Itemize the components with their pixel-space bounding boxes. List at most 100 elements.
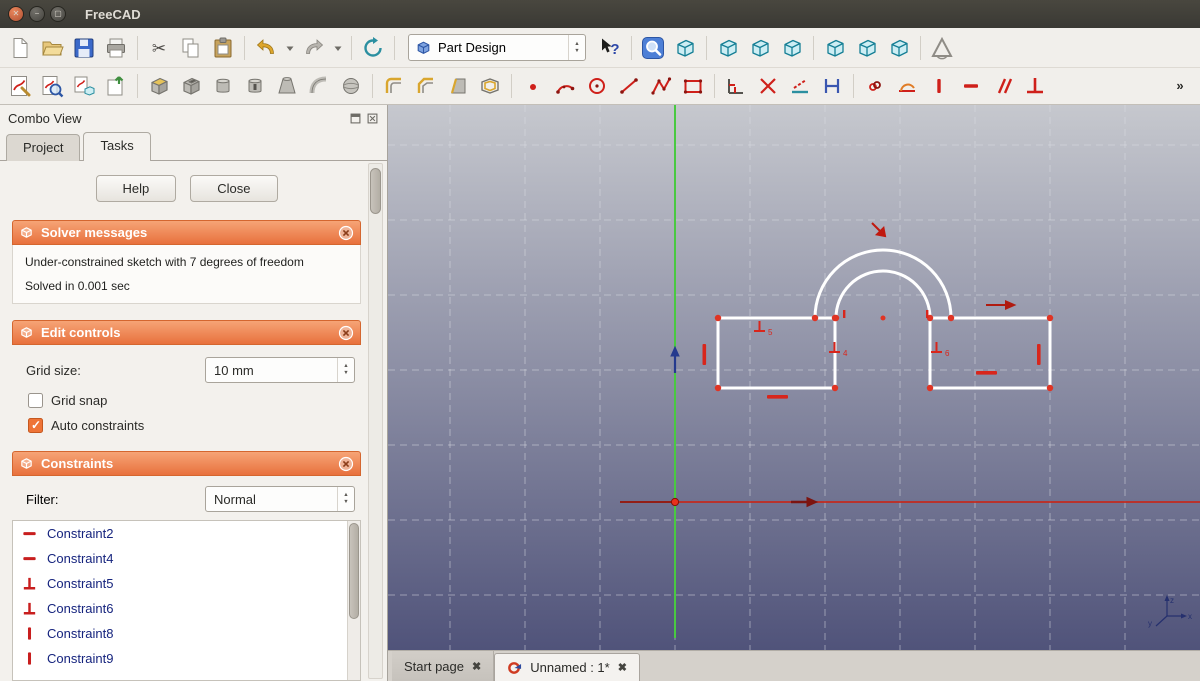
spinner-icon[interactable]: ▲▼ [337,358,354,382]
thickness-button[interactable] [475,71,505,101]
measure-distance-button[interactable] [927,33,957,63]
constraint-filter-select[interactable]: Normal ▲▼ [205,486,355,512]
cut-button[interactable]: ✂ [144,33,174,63]
collapse-section-icon[interactable] [338,225,354,241]
float-panel-icon[interactable] [349,112,362,125]
create-point-button[interactable] [518,71,548,101]
tangent-constraint-button[interactable] [892,71,922,101]
scrollbar-thumb[interactable] [349,523,359,619]
view-front-button[interactable] [713,33,743,63]
toolbar-overflow-button[interactable]: » [1165,71,1195,101]
constraint-list-scrollbar[interactable] [347,521,360,680]
pipe-button[interactable] [304,71,334,101]
view-left-button[interactable] [884,33,914,63]
svg-text:»: » [1176,78,1183,93]
copy-button[interactable] [176,33,206,63]
redo-button[interactable] [299,33,329,63]
edit-sketch-button[interactable] [37,71,67,101]
groove-button[interactable] [240,71,270,101]
redo-menu-button[interactable] [331,33,345,63]
view-isometric-button[interactable] [670,33,700,63]
close-window-button[interactable]: ✕ [8,6,24,22]
horizontal-constraint-button[interactable] [956,71,986,101]
close-button[interactable]: Close [190,175,277,202]
open-file-button[interactable] [37,33,67,63]
import-sketch-button[interactable] [101,71,131,101]
print-button[interactable] [101,33,131,63]
solver-message-2: Solved in 0.001 sec [25,279,348,293]
perpendicular-constraint-button[interactable] [1020,71,1050,101]
refresh-button[interactable] [358,33,388,63]
whats-this-button[interactable]: ? [595,33,625,63]
loft-button[interactable] [272,71,302,101]
lock-constraint-button[interactable] [721,71,751,101]
constraint-item[interactable]: Constraint6 [13,596,346,621]
create-polyline-button[interactable] [646,71,676,101]
collapse-section-icon[interactable] [338,325,354,341]
close-tab-icon[interactable]: ✖ [472,660,481,673]
workbench-selector[interactable]: Part Design ▲▼ [408,34,586,61]
constraint-item[interactable]: Constraint4 [13,546,346,571]
sketch-origin-point[interactable] [671,498,678,505]
create-arc-button[interactable] [550,71,580,101]
constraint-item[interactable]: Constraint2 [13,521,346,546]
grid-snap-row[interactable]: Grid snap [28,393,357,408]
coincident-constraint-button[interactable] [860,71,890,101]
grid-snap-checkbox[interactable] [28,393,43,408]
new-file-button[interactable] [5,33,35,63]
maximize-window-button[interactable]: ▢ [50,6,66,22]
view-right-button[interactable] [777,33,807,63]
draft-button[interactable] [443,71,473,101]
external-geometry-button[interactable] [785,71,815,101]
vertical-constraint-button[interactable] [924,71,954,101]
undo-menu-button[interactable] [283,33,297,63]
close-panel-icon[interactable] [366,112,379,125]
help-button[interactable]: Help [96,175,177,202]
constraint-list[interactable]: Constraint2 Constraint4 Constraint5 [12,520,361,681]
trim-edge-button[interactable] [753,71,783,101]
3d-viewport[interactable]: 5 4 6 [388,105,1200,650]
view-bottom-button[interactable] [852,33,882,63]
new-sketch-button[interactable] [5,71,35,101]
close-tab-icon[interactable]: ✖ [618,661,627,674]
document-tab[interactable]: Unnamed : 1* ✖ [494,653,640,681]
constraint-item[interactable]: Constraint9 [13,646,346,671]
document-tab-label: Start page [404,659,464,674]
undo-button[interactable] [251,33,281,63]
document-tab[interactable]: Start page ✖ [392,651,494,681]
pocket-button[interactable] [176,71,206,101]
constraints-header[interactable]: Constraints [12,451,361,476]
combo-view-tab[interactable]: Tasks [83,132,150,161]
scrollbar-thumb[interactable] [370,168,381,214]
save-file-button[interactable] [69,33,99,63]
view-top-button[interactable] [745,33,775,63]
pad-button[interactable] [144,71,174,101]
create-line-button[interactable] [614,71,644,101]
fillet-button[interactable] [379,71,409,101]
grid-size-select[interactable]: 10 mm ▲▼ [205,357,355,383]
constraint-item[interactable]: Constraint5 [13,571,346,596]
collapse-section-icon[interactable] [338,456,354,472]
chamfer-button[interactable] [411,71,441,101]
create-rectangle-button[interactable] [678,71,708,101]
edit-controls-header[interactable]: Edit controls [12,320,361,345]
solver-messages-section: Solver messages Under-constrained sketch… [12,220,361,304]
create-circle-button[interactable] [582,71,612,101]
parallel-constraint-button[interactable] [988,71,1018,101]
solver-messages-header[interactable]: Solver messages [12,220,361,245]
combo-view-tab[interactable]: Project [6,134,80,161]
revolution-button[interactable] [208,71,238,101]
constraint-item[interactable]: Constraint8 [13,621,346,646]
fit-all-button[interactable] [638,33,668,63]
view-rear-button[interactable] [820,33,850,63]
spinner-icon[interactable]: ▲▼ [337,487,354,511]
carbon-copy-button[interactable] [817,71,847,101]
paste-button[interactable] [208,33,238,63]
tasks-panel-scrollbar[interactable] [368,163,383,679]
auto-constraints-checkbox[interactable] [28,418,43,433]
primitive-button[interactable] [336,71,366,101]
auto-constraints-row[interactable]: Auto constraints [28,418,357,433]
spinner-icon[interactable]: ▲▼ [568,35,585,60]
map-sketch-button[interactable] [69,71,99,101]
minimize-window-button[interactable]: − [29,6,45,22]
